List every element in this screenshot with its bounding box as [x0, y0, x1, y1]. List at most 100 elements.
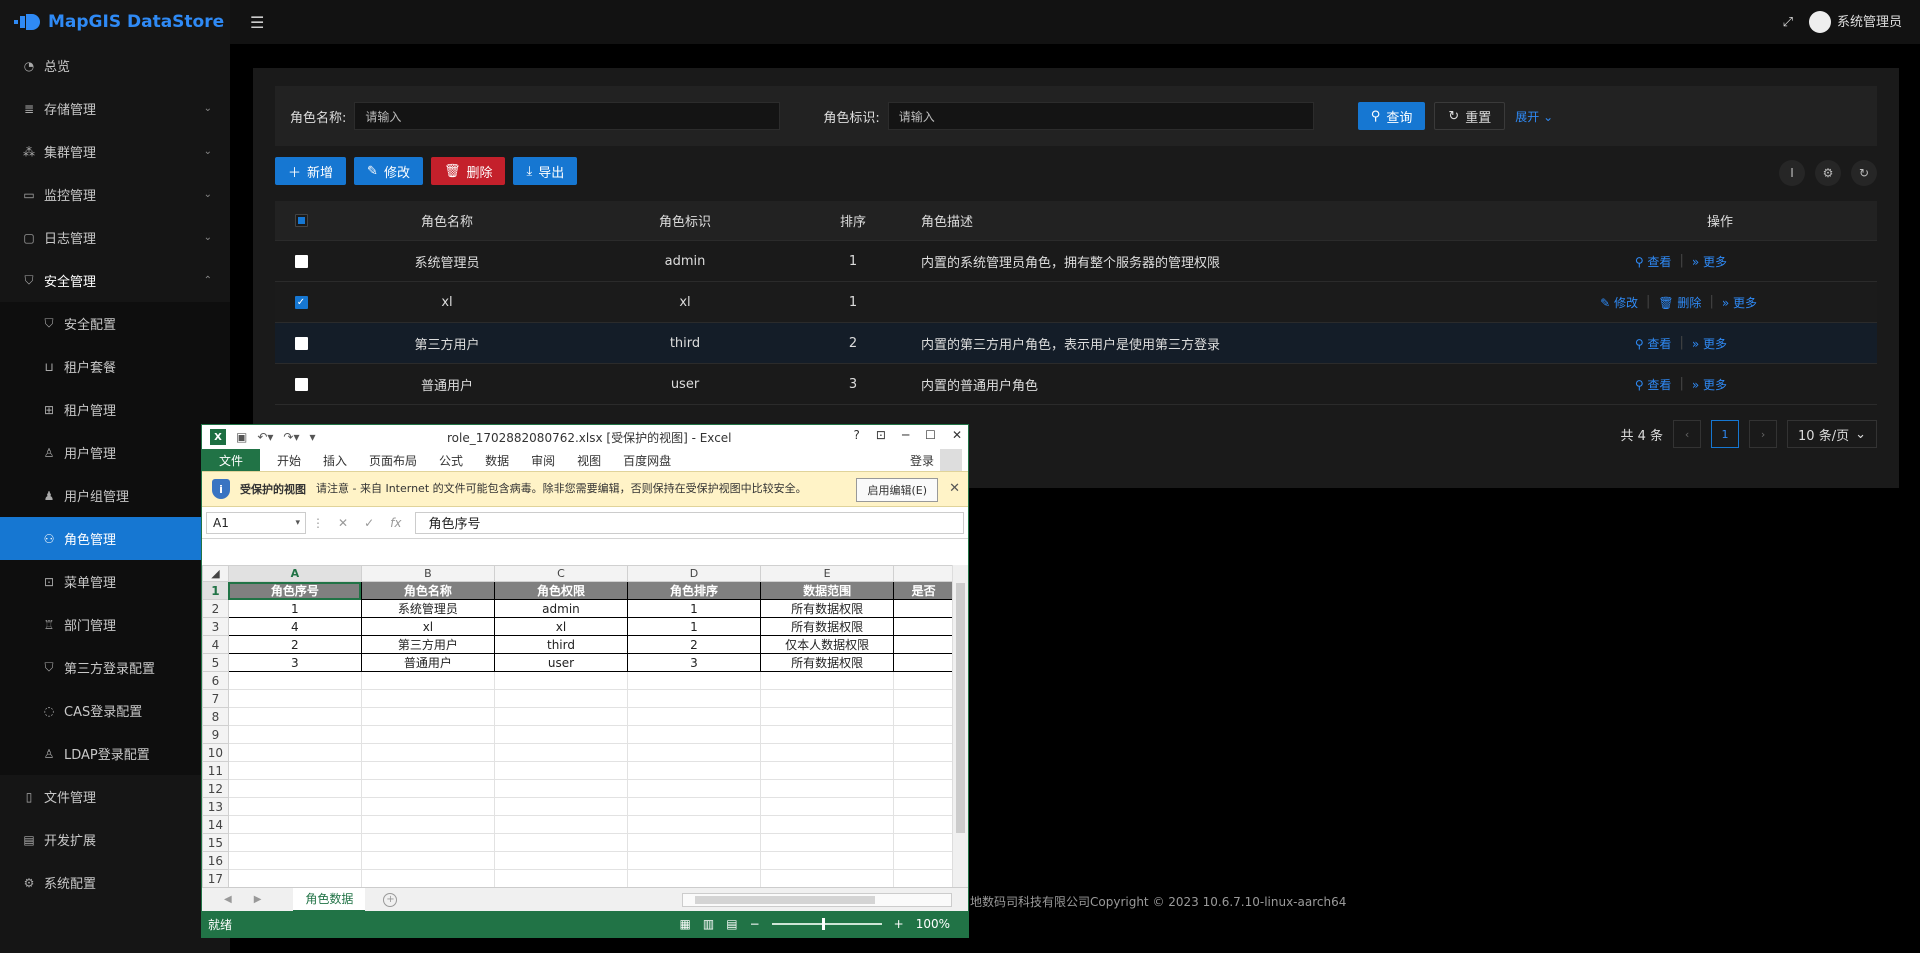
name-box[interactable]: A1 [206, 511, 306, 534]
next-sheet-icon[interactable]: ▶ [254, 894, 262, 905]
sidebar-item-monitor[interactable]: ▭ 监控管理 ⌄ [0, 173, 230, 216]
tab-home[interactable]: 开始 [266, 452, 312, 469]
check-icon[interactable]: ✓ [364, 516, 374, 530]
view-link[interactable]: ⚲ 查看 [1635, 335, 1672, 352]
ribbon-display-icon[interactable]: ⊡ [876, 428, 886, 442]
row-header[interactable]: 4 [202, 635, 229, 654]
page-layout-view-icon[interactable]: ▥ [703, 917, 714, 931]
excel-login[interactable]: 登录 [910, 449, 962, 471]
page-item[interactable]: 1 [1711, 420, 1740, 448]
sheet-cell[interactable]: 4 [227, 617, 362, 636]
row-header[interactable]: 17 [202, 869, 229, 887]
add-sheet-icon[interactable]: + [383, 892, 398, 907]
zoom-in-icon[interactable]: + [894, 917, 904, 931]
customize-icon[interactable]: ▾ [310, 430, 316, 444]
sheet-cell[interactable]: third [493, 635, 628, 654]
view-link[interactable]: ⚲ 查看 [1635, 376, 1672, 393]
select-all-checkbox[interactable] [294, 214, 308, 227]
function-icon[interactable]: fx [390, 516, 401, 530]
sidebar-item-tenant[interactable]: ⊞ 租户管理 [0, 388, 230, 431]
sidebar-item-tenant-package[interactable]: ⊔ 租户套餐 [0, 345, 230, 388]
sidebar-item-overview[interactable]: ◔ 总览 [0, 44, 230, 87]
sheet-cell[interactable]: 第三方用户 [360, 635, 495, 654]
add-button[interactable]: ＋ 新增 [275, 157, 347, 185]
sidebar-item-user[interactable]: ♙ 用户管理 [0, 431, 230, 474]
maximize-icon[interactable]: ☐ [925, 428, 936, 442]
sheet-cell[interactable]: 角色排序 [626, 581, 761, 600]
row-header[interactable]: 9 [202, 725, 229, 744]
sheet-cell[interactable]: 角色名称 [360, 581, 495, 600]
more-link[interactable]: » 更多 [1692, 376, 1727, 393]
row-header[interactable]: 15 [202, 833, 229, 852]
app-logo[interactable]: MapGIS DataStore [0, 0, 230, 44]
row-header[interactable]: 11 [202, 761, 229, 780]
undo-icon[interactable]: ↶▾ [257, 430, 273, 444]
row-header[interactable]: 13 [202, 797, 229, 816]
zoom-out-icon[interactable]: − [750, 917, 760, 931]
sheet-cell[interactable]: 2 [227, 635, 362, 654]
table-row[interactable]: 普通用户 user 3 内置的普通用户角色 ⚲ 查看 |» 更多 [275, 364, 1877, 405]
role-name-input[interactable]: 请输入 [354, 102, 781, 130]
row-header[interactable]: 16 [202, 851, 229, 870]
sheet-cell[interactable]: 数据范围 [759, 581, 895, 600]
more-link[interactable]: » 更多 [1692, 253, 1727, 270]
column-header[interactable]: B [360, 565, 495, 582]
sidebar-item-cluster[interactable]: ⁂ 集群管理 ⌄ [0, 130, 230, 173]
sheet-cell[interactable]: 角色序号 [227, 581, 362, 600]
column-header[interactable]: E [759, 565, 895, 582]
row-checkbox[interactable] [294, 377, 308, 391]
sidebar-item-user-group[interactable]: ♟ 用户组管理 [0, 474, 230, 517]
sheet-cell[interactable]: xl [360, 617, 495, 636]
user-menu[interactable]: 系统管理员 [1808, 11, 1902, 34]
sheet-cell[interactable] [893, 653, 954, 672]
reload-icon[interactable]: ↻ [1851, 160, 1877, 186]
sidebar-item-file[interactable]: ▯ 文件管理 [0, 775, 230, 818]
close-icon[interactable]: ✕ [949, 481, 960, 496]
tab-review[interactable]: 审阅 [520, 452, 566, 469]
row-checkbox[interactable]: ✓ [294, 295, 308, 309]
column-header[interactable]: A [227, 565, 362, 582]
row-header[interactable]: 3 [202, 617, 229, 636]
sheet-tab[interactable]: 角色数据 [293, 887, 366, 912]
row-header[interactable]: 8 [202, 707, 229, 726]
sheet-cell[interactable]: 所有数据权限 [759, 653, 895, 672]
view-link[interactable]: ⚲ 查看 [1635, 253, 1672, 270]
tab-data[interactable]: 数据 [474, 452, 520, 469]
sheet-cell[interactable]: 仅本人数据权限 [759, 635, 895, 654]
sheet-cell[interactable] [893, 599, 954, 618]
sheet-cell[interactable]: admin [493, 599, 628, 618]
table-row[interactable]: 第三方用户 third 2 内置的第三方用户角色，表示用户是使用第三方登录 ⚲ … [275, 323, 1877, 364]
sheet-cell[interactable]: 所有数据权限 [759, 617, 895, 636]
select-all-corner[interactable]: ◢ [202, 565, 229, 582]
sheet-cell[interactable]: 1 [626, 599, 761, 618]
tab-page-layout[interactable]: 页面布局 [358, 452, 428, 469]
sidebar-item-security[interactable]: ⛉ 安全管理 ⌃ [0, 259, 230, 302]
sheet-cell[interactable]: 3 [626, 653, 761, 672]
scrollbar-thumb[interactable] [956, 583, 965, 833]
cancel-icon[interactable]: ✕ [338, 516, 348, 530]
row-header[interactable]: 7 [202, 689, 229, 708]
sheet-cell[interactable] [893, 617, 954, 636]
more-link[interactable]: » 更多 [1692, 335, 1727, 352]
sidebar-item-department[interactable]: ♖ 部门管理 [0, 603, 230, 646]
delete-button[interactable]: 🗑 删除 [430, 157, 506, 185]
table-row[interactable]: ✓ xl xl 1 ✎ 修改 | 🗑 删除 |» 更多 [275, 282, 1877, 323]
row-header[interactable]: 12 [202, 779, 229, 798]
normal-view-icon[interactable]: ▦ [680, 917, 691, 931]
spreadsheet-grid[interactable]: ◢ A B C D E 1 角色序号 角色名称 角色权限 角色排序 数据范围 是… [202, 565, 954, 887]
row-header[interactable]: 14 [202, 815, 229, 834]
tab-insert[interactable]: 插入 [312, 452, 358, 469]
scrollbar-thumb[interactable] [695, 896, 875, 904]
sidebar-item-menu[interactable]: ⊡ 菜单管理 [0, 560, 230, 603]
reset-button[interactable]: ↻ 重置 [1434, 102, 1506, 130]
row-header[interactable]: 6 [202, 671, 229, 690]
sheet-cell[interactable]: 系统管理员 [360, 599, 495, 618]
sheet-cell[interactable]: 3 [227, 653, 362, 672]
sidebar-item-security-config[interactable]: ⛉ 安全配置 [0, 302, 230, 345]
row-checkbox[interactable] [294, 336, 308, 350]
setting-icon[interactable]: ⚙ [1815, 160, 1841, 186]
column-header[interactable]: C [493, 565, 628, 582]
sheet-cell[interactable]: xl [493, 617, 628, 636]
sidebar-item-sys-config[interactable]: ⚙ 系统配置 [0, 861, 230, 904]
prev-sheet-icon[interactable]: ◀ [224, 894, 232, 905]
